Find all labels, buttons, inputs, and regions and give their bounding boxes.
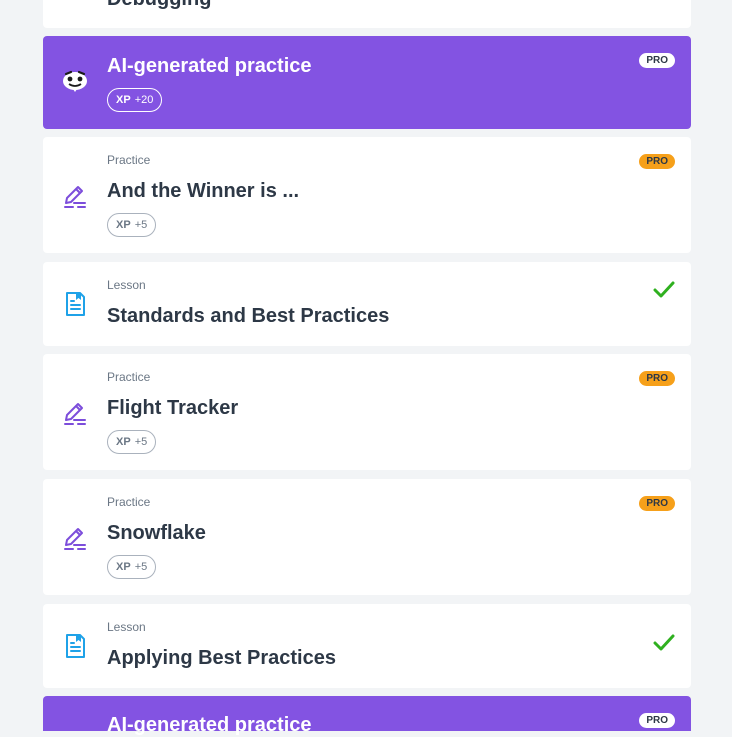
card-kind-label: Practice	[107, 495, 151, 509]
xp-badge: XP +5	[107, 555, 157, 579]
xp-label: XP	[116, 436, 131, 448]
document-icon	[61, 290, 89, 318]
lesson-card[interactable]: Lesson Applying Best Practices	[43, 604, 691, 688]
pencil-icon	[61, 524, 89, 552]
lesson-card[interactable]: Debugging	[43, 0, 691, 28]
pro-badge: PRO	[639, 154, 675, 169]
pencil-icon	[61, 399, 89, 427]
xp-badge: XP +5	[107, 213, 157, 237]
pro-badge: PRO	[639, 371, 675, 386]
xp-badge: XP +5	[107, 430, 157, 454]
xp-label: XP	[116, 219, 131, 231]
xp-label: XP	[116, 561, 131, 573]
practice-title: Flight Tracker	[107, 397, 239, 419]
card-kind-label: Practice	[107, 153, 151, 167]
pro-badge: PRO	[639, 713, 675, 728]
lesson-title: Standards and Best Practices	[107, 305, 390, 327]
card-kind-label: Practice	[107, 370, 151, 384]
practice-card[interactable]: Practice Flight Tracker XP +5 PRO	[43, 354, 691, 470]
card-kind-label: Lesson	[107, 278, 146, 292]
ai-practice-title: AI-generated practice	[107, 714, 312, 736]
ai-practice-title: AI-generated practice	[107, 55, 312, 77]
card-kind-label: Lesson	[107, 620, 146, 634]
xp-value: +20	[134, 94, 154, 106]
xp-value: +5	[134, 561, 148, 573]
document-icon	[61, 632, 89, 660]
ai-mascot-icon	[61, 66, 89, 94]
pro-badge: PRO	[639, 496, 675, 511]
checkmark-icon	[653, 279, 675, 301]
practice-title: Snowflake	[107, 522, 206, 544]
ai-practice-card[interactable]: AI-generated practice PRO	[43, 696, 691, 736]
xp-badge: XP +20	[107, 88, 163, 112]
practice-card[interactable]: Practice And the Winner is ... XP +5 PRO	[43, 137, 691, 253]
pencil-icon	[61, 182, 89, 210]
lesson-card[interactable]: Lesson Standards and Best Practices	[43, 262, 691, 346]
lesson-title: Debugging	[107, 0, 211, 11]
ai-practice-card[interactable]: AI-generated practice XP +20 PRO	[43, 36, 691, 129]
xp-value: +5	[134, 219, 148, 231]
practice-card[interactable]: Practice Snowflake XP +5 PRO	[43, 479, 691, 595]
xp-value: +5	[134, 436, 148, 448]
checkmark-icon	[653, 632, 675, 654]
practice-title: And the Winner is ...	[107, 180, 300, 202]
xp-label: XP	[116, 94, 131, 106]
pro-badge: PRO	[639, 53, 675, 68]
lesson-title: Applying Best Practices	[107, 647, 336, 669]
